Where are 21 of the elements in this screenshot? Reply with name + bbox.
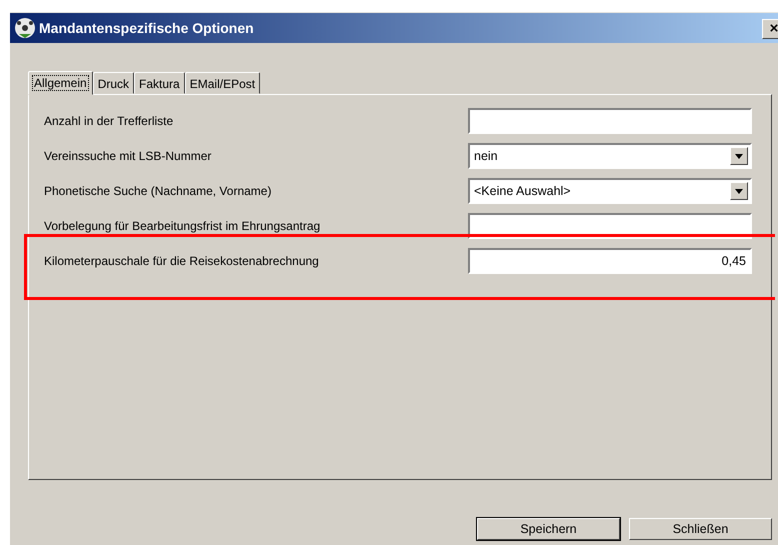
field-label: Phonetische Suche (Nachname, Vorname) — [44, 184, 272, 198]
dropdown-field[interactable]: nein — [468, 143, 752, 169]
dialog-button[interactable]: Speichern — [477, 518, 620, 540]
field-label: Kilometerpauschale für die Reisekostenabrechnung — [44, 254, 320, 268]
dropdown-field[interactable]: <Keine Auswahl> — [468, 178, 752, 204]
close-button[interactable]: × — [762, 19, 778, 39]
field-value: 0,45 — [722, 252, 746, 270]
input-field[interactable]: 0,45 — [468, 248, 752, 274]
window-title: Mandantenspezifische Optionen — [39, 18, 254, 38]
field-label: Vorbelegung für Bearbeitungsfrist im Ehrungsantrag — [44, 219, 322, 233]
ball-icon — [14, 17, 36, 39]
tab[interactable]: Faktura — [134, 72, 185, 94]
field-label: Vereinssuche mit LSB-Nummer — [44, 149, 212, 163]
input-field[interactable] — [468, 108, 752, 134]
tab[interactable]: Allgemein — [28, 71, 93, 95]
tab[interactable]: Druck — [92, 72, 134, 94]
tab[interactable]: EMail/EPost — [184, 72, 260, 94]
field-label: Anzahl in der Trefferliste — [44, 114, 174, 128]
field-value: nein — [474, 148, 499, 165]
dialog-button[interactable]: Schließen — [629, 518, 772, 540]
field-value: <Keine Auswahl> — [474, 182, 572, 200]
